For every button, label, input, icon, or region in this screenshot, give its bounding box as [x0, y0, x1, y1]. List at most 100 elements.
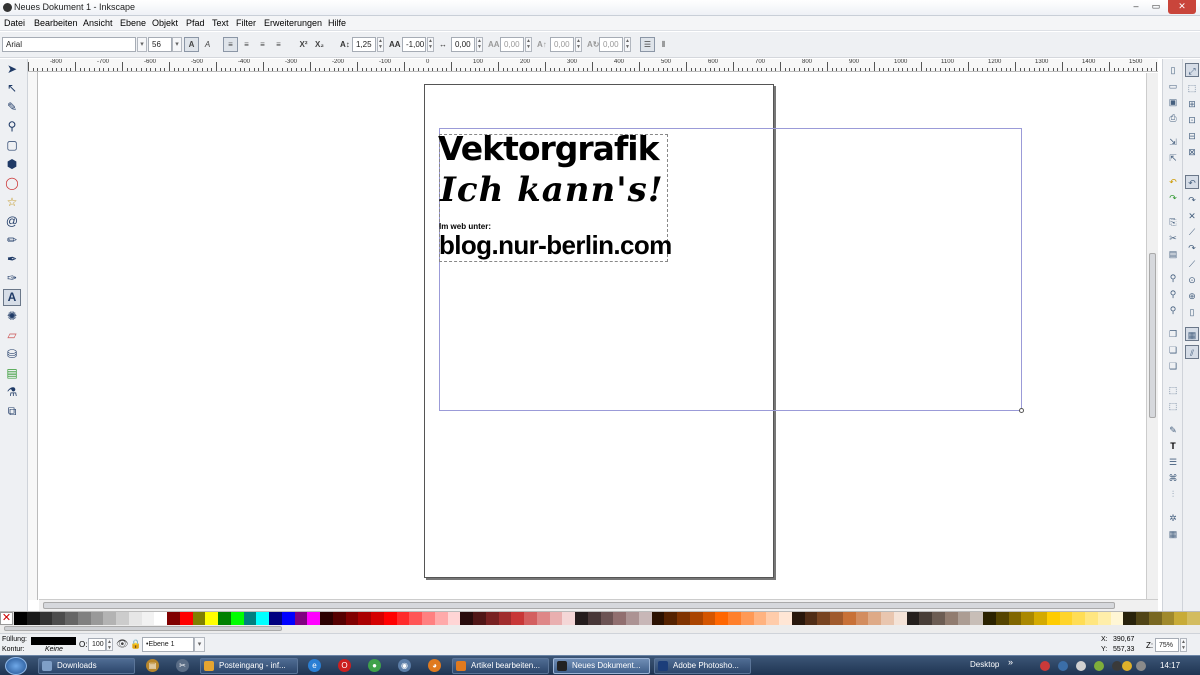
color-swatch[interactable]: [1136, 612, 1150, 625]
color-swatch[interactable]: [740, 612, 754, 625]
color-swatch[interactable]: [154, 612, 168, 625]
vertical-shift-input[interactable]: 0,00: [550, 37, 574, 52]
open-icon[interactable]: ▭: [1166, 79, 1180, 93]
resize-handle[interactable]: [1019, 408, 1024, 413]
color-swatch[interactable]: [804, 612, 818, 625]
undo-icon[interactable]: ↶: [1166, 175, 1180, 189]
color-swatch[interactable]: [1148, 612, 1162, 625]
text-blog-url[interactable]: blog.nur-berlin.com: [439, 230, 672, 261]
rotation-stepper[interactable]: ▲ ▼: [624, 37, 631, 52]
new-document-icon[interactable]: ▯: [1166, 63, 1180, 77]
volume-icon[interactable]: [1136, 661, 1146, 671]
taskbar-photoshop[interactable]: Adobe Photosho...: [654, 658, 751, 674]
eraser-icon[interactable]: ▱: [3, 327, 21, 344]
align-justify-icon[interactable]: ≡: [271, 37, 286, 52]
zoom-selection-icon[interactable]: ⚲: [1166, 271, 1180, 285]
clone-icon[interactable]: ❏: [1166, 343, 1180, 357]
color-swatch[interactable]: [1059, 612, 1073, 625]
copy-icon[interactable]: ⎘: [1166, 215, 1180, 229]
color-swatch[interactable]: [715, 612, 729, 625]
layer-lock-icon[interactable]: 🔒: [130, 639, 141, 650]
menu-ebene[interactable]: Ebene: [120, 18, 146, 28]
color-swatch[interactable]: [141, 612, 155, 625]
palette-scrollbar[interactable]: [0, 625, 1200, 633]
color-swatch[interactable]: [638, 612, 652, 625]
color-swatch[interactable]: [944, 612, 958, 625]
color-swatch[interactable]: [562, 612, 576, 625]
color-swatch[interactable]: [77, 612, 91, 625]
color-swatch[interactable]: [396, 612, 410, 625]
tray-icon-3[interactable]: [1076, 661, 1086, 671]
layer-visibility-icon[interactable]: 👁: [116, 639, 129, 650]
zoom-input[interactable]: 75%: [1155, 638, 1179, 652]
rect-icon[interactable]: ▢: [3, 137, 21, 154]
snap-guide-icon[interactable]: ⫽: [1185, 345, 1199, 359]
tray-icon-4[interactable]: [1094, 661, 1104, 671]
snap-rotation-center-icon[interactable]: ⊕: [1185, 289, 1199, 303]
color-swatch[interactable]: [1046, 612, 1060, 625]
snap-bbox-midpoint-icon[interactable]: ⊟: [1185, 129, 1199, 143]
line-spacing-input[interactable]: 1,25: [352, 37, 376, 52]
color-swatch[interactable]: [1021, 612, 1035, 625]
color-swatch[interactable]: [103, 612, 117, 625]
save-icon[interactable]: ▣: [1166, 95, 1180, 109]
color-swatch[interactable]: [575, 612, 589, 625]
color-swatch[interactable]: [664, 612, 678, 625]
align-center-icon[interactable]: ≡: [239, 37, 254, 52]
internet-explorer-icon[interactable]: e: [308, 659, 321, 672]
color-swatch[interactable]: [983, 612, 997, 625]
menu-text[interactable]: Text: [212, 18, 229, 28]
color-swatch[interactable]: [842, 612, 856, 625]
gradient-icon[interactable]: ▤: [3, 365, 21, 382]
node-icon[interactable]: ↖: [3, 80, 21, 97]
color-swatch[interactable]: [39, 612, 53, 625]
layers-icon[interactable]: ☰: [1166, 455, 1180, 469]
snap-object-center-icon[interactable]: ⊙: [1185, 273, 1199, 287]
unlink-clone-icon[interactable]: ❑: [1166, 359, 1180, 373]
color-swatch[interactable]: [332, 612, 346, 625]
duplicate-icon[interactable]: ❐: [1166, 327, 1180, 341]
xml-editor-icon[interactable]: ⌘: [1166, 471, 1180, 485]
snap-bbox-edge-icon[interactable]: ⊞: [1185, 97, 1199, 111]
color-swatch[interactable]: [52, 612, 66, 625]
color-swatch[interactable]: [524, 612, 538, 625]
snap-page-icon[interactable]: ▯: [1185, 305, 1199, 319]
paste-icon[interactable]: ▤: [1166, 247, 1180, 261]
menu-bearbeiten[interactable]: Bearbeiten: [34, 18, 78, 28]
bucket-icon[interactable]: ⛁: [3, 346, 21, 363]
vertical-scroll-thumb[interactable]: [1149, 253, 1156, 418]
bold-button[interactable]: A: [184, 37, 199, 52]
color-swatch[interactable]: [1072, 612, 1086, 625]
start-button[interactable]: [5, 657, 27, 675]
letter-spacing-stepper[interactable]: ▲ ▼: [427, 37, 434, 52]
color-swatch[interactable]: [536, 612, 550, 625]
snap-path-icon[interactable]: ↷: [1185, 193, 1199, 207]
pencil-icon[interactable]: ✏: [3, 232, 21, 249]
zoom-stepper[interactable]: ▲ ▼: [1180, 638, 1187, 652]
color-swatch[interactable]: [549, 612, 563, 625]
menu-erweiterungen[interactable]: Erweiterungen: [264, 18, 322, 28]
color-swatch[interactable]: [1008, 612, 1022, 625]
taskbar-neues-dokument[interactable]: Neues Dokument...: [553, 658, 650, 674]
stroke-value[interactable]: Keine: [45, 646, 63, 653]
snap-cusp-icon[interactable]: ⟋: [1185, 225, 1199, 239]
align-right-icon[interactable]: ≡: [255, 37, 270, 52]
snap-midpoint-icon[interactable]: ⟋: [1185, 257, 1199, 271]
chrome-icon[interactable]: ●: [368, 659, 381, 672]
color-swatch[interactable]: [728, 612, 742, 625]
firefox-icon[interactable]: ◕: [428, 659, 441, 672]
color-swatch[interactable]: [371, 612, 385, 625]
line-spacing-stepper[interactable]: ▲ ▼: [377, 37, 384, 52]
color-swatch[interactable]: [26, 612, 40, 625]
taskbar-posteingang[interactable]: Posteingang - inf...: [200, 658, 298, 674]
color-swatch[interactable]: [868, 612, 882, 625]
menu-datei[interactable]: Datei: [4, 18, 25, 28]
color-swatch[interactable]: [1085, 612, 1099, 625]
vertical-text-icon[interactable]: ⫴: [656, 37, 671, 52]
opacity-input[interactable]: 100: [88, 638, 106, 651]
layer-select[interactable]: •Ebene 1: [142, 637, 194, 652]
ungroup-icon[interactable]: ⬚: [1166, 399, 1180, 413]
desktop-toolbar[interactable]: Desktop: [970, 660, 999, 669]
font-size-dropdown-icon[interactable]: ▾: [172, 37, 182, 52]
color-swatch[interactable]: [460, 612, 474, 625]
